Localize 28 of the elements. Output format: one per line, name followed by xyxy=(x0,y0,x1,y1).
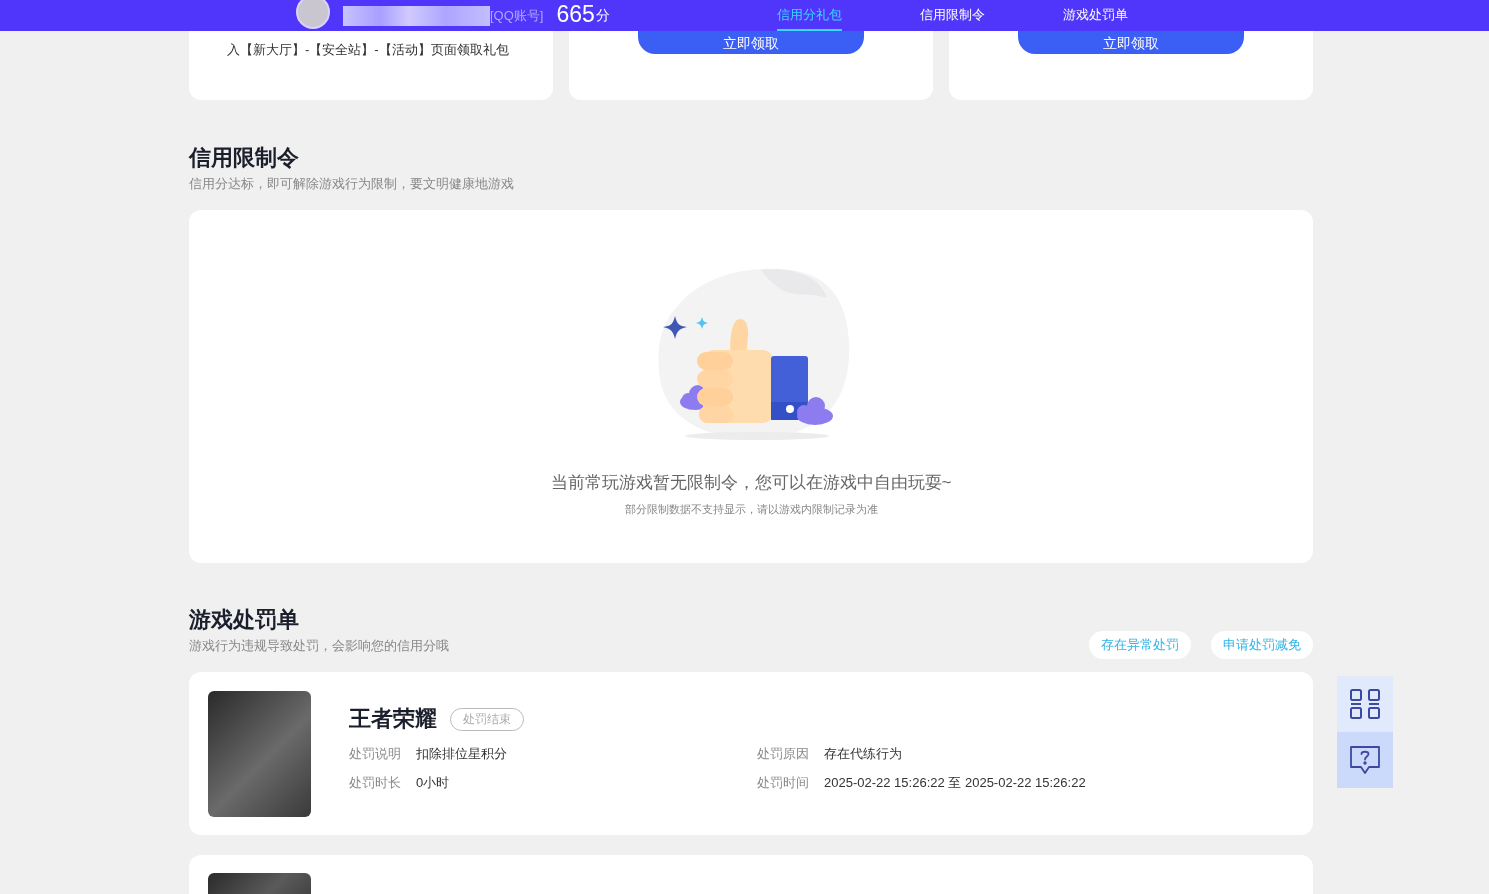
nav-tab[interactable]: 游戏处罚单 xyxy=(1063,0,1128,31)
section-subtitle: 游戏行为违规导致处罚，会影响您的信用分哦 xyxy=(189,637,449,655)
game-title: 王者荣耀 xyxy=(349,705,437,733)
qr-code-button[interactable] xyxy=(1337,676,1393,732)
avatar xyxy=(296,0,330,29)
qr-code-icon xyxy=(1350,689,1380,719)
gift-instructions: 入【新大厅】-【安全站】-【活动】页面领取礼包 xyxy=(226,41,510,59)
field-value: 存在代练行为 xyxy=(824,745,902,763)
section-title: 游戏处罚单 xyxy=(189,606,300,634)
field-value: 扣除排位星积分 xyxy=(416,745,507,763)
help-icon xyxy=(1350,746,1380,774)
field-label: 处罚原因 xyxy=(757,745,810,763)
field-label: 处罚说明 xyxy=(349,745,402,763)
account-label: [QQ账号] xyxy=(490,6,544,25)
score-unit: 分 xyxy=(595,6,610,25)
help-button[interactable] xyxy=(1337,732,1393,788)
field-value: 0小时 xyxy=(416,774,450,792)
field-value: 2025-02-22 15:26:22 至 2025-02-22 15:26:22 xyxy=(824,774,1086,792)
credit-score: 665 xyxy=(556,0,595,27)
section-title: 信用限制令 xyxy=(189,144,300,172)
nav-tab[interactable]: 信用限制令 xyxy=(920,0,985,31)
claim-button[interactable]: 立即领取 xyxy=(1018,31,1244,54)
field-label: 处罚时间 xyxy=(757,774,810,792)
section-subtitle: 信用分达标，即可解除游戏行为限制，要文明健康地游戏 xyxy=(189,175,515,193)
empty-note: 部分限制数据不支持显示，请以游戏内限制记录为准 xyxy=(624,502,878,517)
claim-button[interactable]: 立即领取 xyxy=(638,31,864,54)
empty-message: 当前常玩游戏暂无限制令，您可以在游戏中自由玩耍~ xyxy=(550,472,952,494)
field-label: 处罚时长 xyxy=(349,774,402,792)
